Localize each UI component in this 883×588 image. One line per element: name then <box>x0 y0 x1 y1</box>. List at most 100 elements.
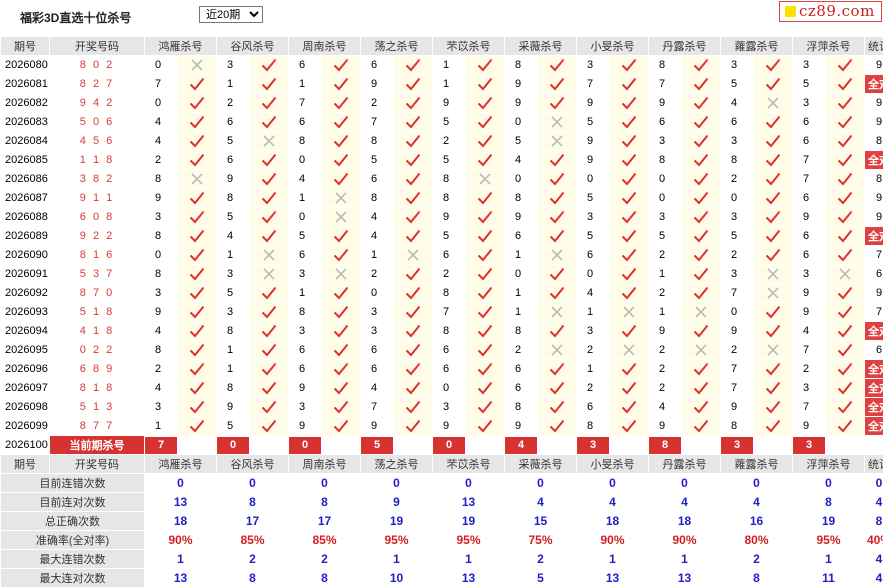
stats-row: 目前连错次数 0 0 0 0 0 0 0 0 0 0 0 <box>1 474 883 492</box>
kill-number: 1 <box>217 246 249 264</box>
kill-number: 9 <box>577 151 609 169</box>
kill-number: 2 <box>649 284 681 302</box>
check-mark-icon <box>466 417 504 435</box>
row-stat: 9 <box>865 113 883 131</box>
site-logo[interactable]: cz89.com <box>779 1 882 22</box>
row-stat: 6 <box>865 341 883 359</box>
kill-number: 5 <box>433 113 465 131</box>
stats-label: 最大连错次数 <box>1 550 144 568</box>
kill-number: 2 <box>217 94 249 112</box>
cross-mark-icon <box>538 113 576 131</box>
check-mark-icon <box>826 417 864 435</box>
check-mark-icon <box>178 379 216 397</box>
stats-header-row: 期号 开奖号码 鸿雁杀号 谷风杀号 周南杀号 荡之杀号 芣苡杀号 采薇杀号 小旻杀号 丹露杀号 蕹露… <box>1 455 883 473</box>
kill-number: 4 <box>577 284 609 302</box>
kill-number: 9 <box>217 170 249 188</box>
kill-number: 6 <box>793 189 825 207</box>
check-mark-icon <box>826 284 864 302</box>
issue-number: 2026095 <box>1 341 49 359</box>
draw-numbers: 6 8 9 <box>50 360 144 378</box>
table-row: 20260899 2 28 4 5 4 5 6 5 5 5 6 全对 <box>1 227 883 245</box>
kill-number: 3 <box>361 322 393 340</box>
check-mark-icon <box>826 189 864 207</box>
cross-mark-icon <box>466 170 504 188</box>
check-mark-icon <box>466 75 504 93</box>
kill-number: 1 <box>649 303 681 321</box>
kill-number: 4 <box>289 170 321 188</box>
column-header: 蕹露杀号 <box>721 37 792 55</box>
kill-number: 3 <box>721 265 753 283</box>
kill-number: 2 <box>649 246 681 264</box>
column-header: 谷风杀号 <box>217 455 288 473</box>
check-mark-icon <box>178 246 216 264</box>
check-mark-icon <box>178 132 216 150</box>
kill-number: 0 <box>145 56 177 74</box>
check-mark-icon <box>682 246 720 264</box>
stats-value: 0 <box>865 474 883 492</box>
current-kill-number: 5 <box>361 436 393 454</box>
kill-number: 9 <box>505 417 537 435</box>
stats-label: 目前连错次数 <box>1 474 144 492</box>
check-mark-icon <box>394 208 432 226</box>
kill-number: 6 <box>433 246 465 264</box>
cross-mark-icon <box>250 246 288 264</box>
stats-value: 0 <box>217 474 288 492</box>
kill-number: 2 <box>721 341 753 359</box>
kill-number: 4 <box>361 208 393 226</box>
kill-number: 8 <box>145 227 177 245</box>
check-mark-icon <box>610 189 648 207</box>
check-mark-icon <box>610 56 648 74</box>
kill-number: 5 <box>217 132 249 150</box>
kill-number: 8 <box>289 132 321 150</box>
check-mark-icon <box>250 208 288 226</box>
column-header: 统计 <box>865 455 883 473</box>
check-mark-icon <box>610 265 648 283</box>
stats-value: 0 <box>433 474 504 492</box>
check-mark-icon <box>538 75 576 93</box>
check-mark-icon <box>322 246 360 264</box>
stats-value: 5 <box>505 569 576 587</box>
check-mark-icon <box>250 303 288 321</box>
column-header: 周南杀号 <box>289 455 360 473</box>
kill-number: 3 <box>577 56 609 74</box>
current-kill-cell: 0 <box>289 436 360 454</box>
stats-value: 0 <box>289 474 360 492</box>
kill-number: 4 <box>145 113 177 131</box>
kill-number: 8 <box>289 303 321 321</box>
check-mark-icon <box>754 398 792 416</box>
stats-value: 40% <box>865 531 883 549</box>
table-row: 2026087 9 1 198188850069 <box>1 189 883 207</box>
draw-numbers: 8 7 0 <box>50 284 144 302</box>
check-mark-icon <box>826 151 864 169</box>
table-row: 20260944 1 84833883994全对 <box>1 322 883 340</box>
kill-number: 9 <box>289 379 321 397</box>
check-mark-icon <box>754 75 792 93</box>
check-mark-icon <box>394 379 432 397</box>
current-kill-cell: 3 <box>721 436 792 454</box>
cross-mark-icon <box>538 246 576 264</box>
check-mark-icon <box>826 322 864 340</box>
kill-number: 8 <box>721 151 753 169</box>
check-mark-icon <box>826 398 864 416</box>
check-mark-icon <box>178 151 216 169</box>
draw-numbers: 5 0 6 <box>50 113 144 131</box>
draw-numbers: 6 0 8 <box>50 208 144 226</box>
stats-value: 4 <box>577 493 648 511</box>
stats-value: 90% <box>145 531 216 549</box>
table-row: 20260851 1 82 6 0 5 5 4 9 8 8 7 全对 <box>1 151 883 169</box>
kill-number: 9 <box>361 417 393 435</box>
kill-number: 0 <box>361 284 393 302</box>
check-mark-icon <box>466 151 504 169</box>
kill-number: 2 <box>361 94 393 112</box>
stats-value: 10 <box>361 569 432 587</box>
check-mark-icon <box>754 360 792 378</box>
period-select[interactable]: 近20期 <box>199 6 263 23</box>
kill-number: 3 <box>649 132 681 150</box>
check-mark-icon <box>178 284 216 302</box>
stats-value: 4 <box>649 493 720 511</box>
column-header: 鸿雁杀号 <box>145 455 216 473</box>
column-header: 芣苡杀号 <box>433 455 504 473</box>
cross-mark-icon <box>610 341 648 359</box>
check-mark-icon <box>178 322 216 340</box>
column-header: 周南杀号 <box>289 37 360 55</box>
